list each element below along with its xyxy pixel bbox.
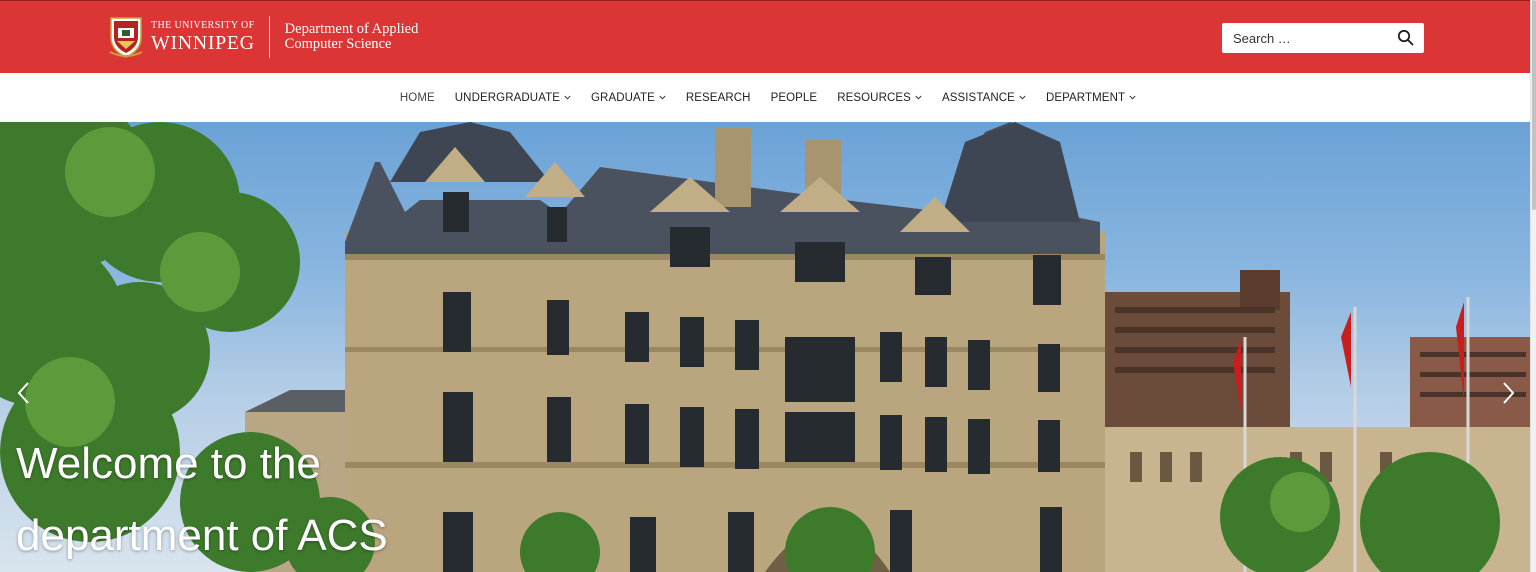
hero-heading-line2: department of ACS bbox=[16, 511, 388, 560]
main-navigation: HOME UNDERGRADUATE GRADUATE RESEARCH PEO… bbox=[0, 73, 1536, 122]
nav-item-label: UNDERGRADUATE bbox=[454, 91, 561, 104]
nav-item-label: ASSISTANCE bbox=[941, 91, 1015, 104]
logo-divider bbox=[268, 16, 270, 58]
chevron-down-icon bbox=[659, 95, 666, 100]
nav-item-assistance[interactable]: ASSISTANCE bbox=[932, 92, 1036, 104]
chevron-right-icon[interactable] bbox=[1498, 380, 1518, 406]
university-name: THE UNIVERSITY OF WINNIPEG bbox=[151, 20, 255, 54]
university-crest-icon bbox=[109, 17, 143, 58]
department-name[interactable]: Department of Applied Computer Science bbox=[285, 22, 419, 52]
nav-item-resources[interactable]: RESOURCES bbox=[827, 92, 932, 104]
page-scrollbar[interactable] bbox=[1530, 0, 1536, 572]
chevron-down-icon bbox=[915, 95, 922, 100]
university-logo[interactable]: THE UNIVERSITY OF WINNIPEG Department of… bbox=[108, 15, 418, 59]
search-box bbox=[1222, 23, 1424, 53]
nav-item-label: RESEARCH bbox=[685, 91, 751, 104]
nav-item-research[interactable]: RESEARCH bbox=[676, 92, 761, 104]
nav-item-label: HOME bbox=[399, 91, 435, 104]
scrollbar-thumb[interactable] bbox=[1532, 0, 1536, 210]
chevron-down-icon bbox=[1129, 95, 1136, 100]
chevron-down-icon bbox=[564, 95, 571, 100]
university-name-big: WINNIPEG bbox=[151, 32, 255, 54]
search-input[interactable] bbox=[1222, 24, 1392, 52]
department-name-line1: Department of Applied bbox=[284, 21, 419, 37]
university-name-small: THE UNIVERSITY OF bbox=[151, 20, 255, 31]
nav-item-department[interactable]: DEPARTMENT bbox=[1036, 92, 1146, 104]
nav-item-people[interactable]: PEOPLE bbox=[761, 92, 828, 104]
hero-heading-line1: Welcome to the bbox=[16, 439, 321, 488]
nav-item-label: GRADUATE bbox=[591, 91, 655, 104]
chevron-down-icon bbox=[1019, 95, 1026, 100]
search-icon[interactable] bbox=[1397, 29, 1414, 46]
chevron-left-icon[interactable] bbox=[14, 380, 34, 406]
site-header: THE UNIVERSITY OF WINNIPEG Department of… bbox=[0, 0, 1536, 73]
nav-item-graduate[interactable]: GRADUATE bbox=[581, 92, 676, 104]
nav-item-undergraduate[interactable]: UNDERGRADUATE bbox=[445, 92, 581, 104]
nav-item-home[interactable]: HOME bbox=[390, 92, 445, 104]
hero-slider: Welcome to the department of ACS bbox=[0, 122, 1536, 572]
nav-list: HOME UNDERGRADUATE GRADUATE RESEARCH PEO… bbox=[390, 92, 1146, 104]
nav-item-label: PEOPLE bbox=[770, 91, 818, 104]
nav-item-label: RESOURCES bbox=[837, 91, 911, 104]
department-name-line2: Computer Science bbox=[284, 36, 392, 52]
hero-heading: Welcome to the department of ACS bbox=[16, 428, 388, 572]
nav-item-label: DEPARTMENT bbox=[1045, 91, 1126, 104]
